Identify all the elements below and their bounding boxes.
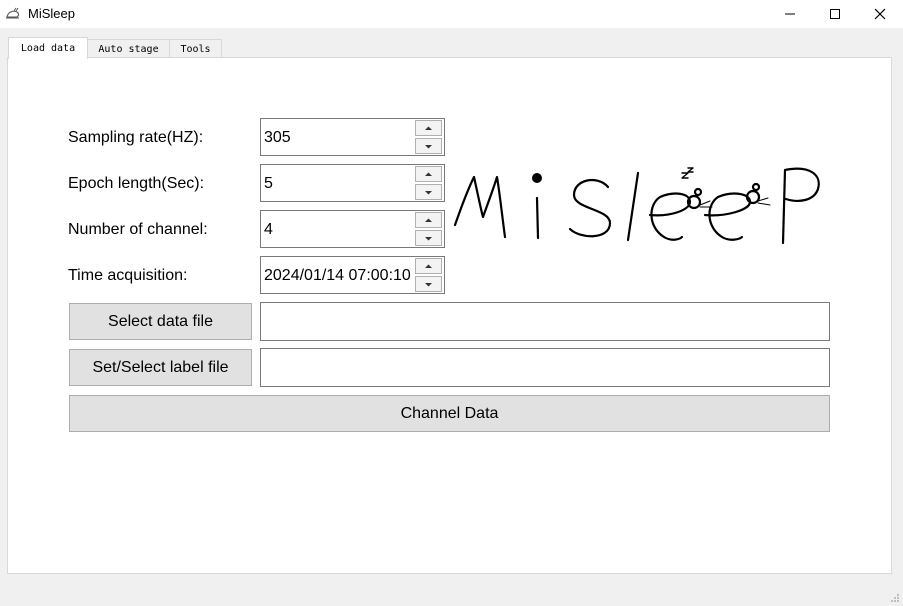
tab-tools[interactable]: Tools <box>169 39 222 58</box>
minimize-icon <box>784 13 795 15</box>
tab-load-data-label: Load data <box>20 43 76 54</box>
select-data-file-label: Select data file <box>108 312 213 330</box>
sampling-rate-up-button[interactable] <box>415 120 442 136</box>
down-arrow-icon <box>425 236 432 240</box>
time-acquisition-datetime[interactable]: 2024/01/14 07:00:10 <box>260 256 445 294</box>
channel-count-spinbox[interactable]: 4 <box>260 210 445 248</box>
up-arrow-icon <box>425 172 432 176</box>
data-file-path-field[interactable] <box>260 302 830 341</box>
tab-auto-stage-label: Auto stage <box>98 43 159 55</box>
time-acquisition-down-button[interactable] <box>415 276 442 292</box>
sampling-rate-down-button[interactable] <box>415 138 442 154</box>
maximize-button[interactable] <box>812 0 857 28</box>
down-arrow-icon <box>425 144 432 148</box>
select-data-file-button[interactable]: Select data file <box>69 303 252 340</box>
epoch-length-label: Epoch length(Sec): <box>68 175 205 192</box>
epoch-length-value[interactable]: 5 <box>264 175 273 193</box>
up-arrow-icon <box>425 218 432 222</box>
resize-grip-icon[interactable] <box>890 593 900 603</box>
channel-count-label: Number of channel: <box>68 221 208 238</box>
tab-auto-stage[interactable]: Auto stage <box>87 39 170 58</box>
sampling-rate-value[interactable]: 305 <box>264 129 291 147</box>
down-arrow-icon <box>425 282 432 286</box>
misleep-logo <box>453 167 820 245</box>
time-acquisition-label: Time acquisition: <box>68 267 188 284</box>
sampling-rate-arrows <box>415 120 443 154</box>
time-acquisition-value[interactable]: 2024/01/14 07:00:10 <box>264 267 411 285</box>
tab-tools-label: Tools <box>180 43 211 55</box>
channel-count-arrows <box>415 212 443 246</box>
up-arrow-icon <box>425 126 432 130</box>
up-arrow-icon <box>425 264 432 268</box>
sampling-rate-spinbox[interactable]: 305 <box>260 118 445 156</box>
close-icon <box>874 8 885 20</box>
channel-data-label: Channel Data <box>400 404 499 422</box>
channel-count-up-button[interactable] <box>415 212 442 228</box>
sampling-rate-label: Sampling rate(HZ): <box>68 129 204 146</box>
channel-data-button[interactable]: Channel Data <box>69 395 830 432</box>
time-acquisition-arrows <box>415 258 443 292</box>
maximize-icon <box>829 9 840 19</box>
app-mouse-icon <box>6 7 19 19</box>
minimize-button[interactable] <box>767 0 812 28</box>
channel-count-value[interactable]: 4 <box>264 221 273 239</box>
epoch-length-down-button[interactable] <box>415 184 442 200</box>
channel-count-down-button[interactable] <box>415 230 442 246</box>
select-label-file-button[interactable]: Set/Select label file <box>69 349 252 386</box>
down-arrow-icon <box>425 190 432 194</box>
label-file-path-field[interactable] <box>260 348 830 387</box>
window-title: MiSleep <box>28 6 75 21</box>
epoch-length-spinbox[interactable]: 5 <box>260 164 445 202</box>
title-bar: MiSleep <box>0 0 903 28</box>
epoch-length-arrows <box>415 166 443 200</box>
time-acquisition-up-button[interactable] <box>415 258 442 274</box>
epoch-length-up-button[interactable] <box>415 166 442 182</box>
select-label-file-label: Set/Select label file <box>92 358 229 376</box>
tab-load-data[interactable]: Load data <box>8 37 88 59</box>
close-button[interactable] <box>857 0 902 28</box>
